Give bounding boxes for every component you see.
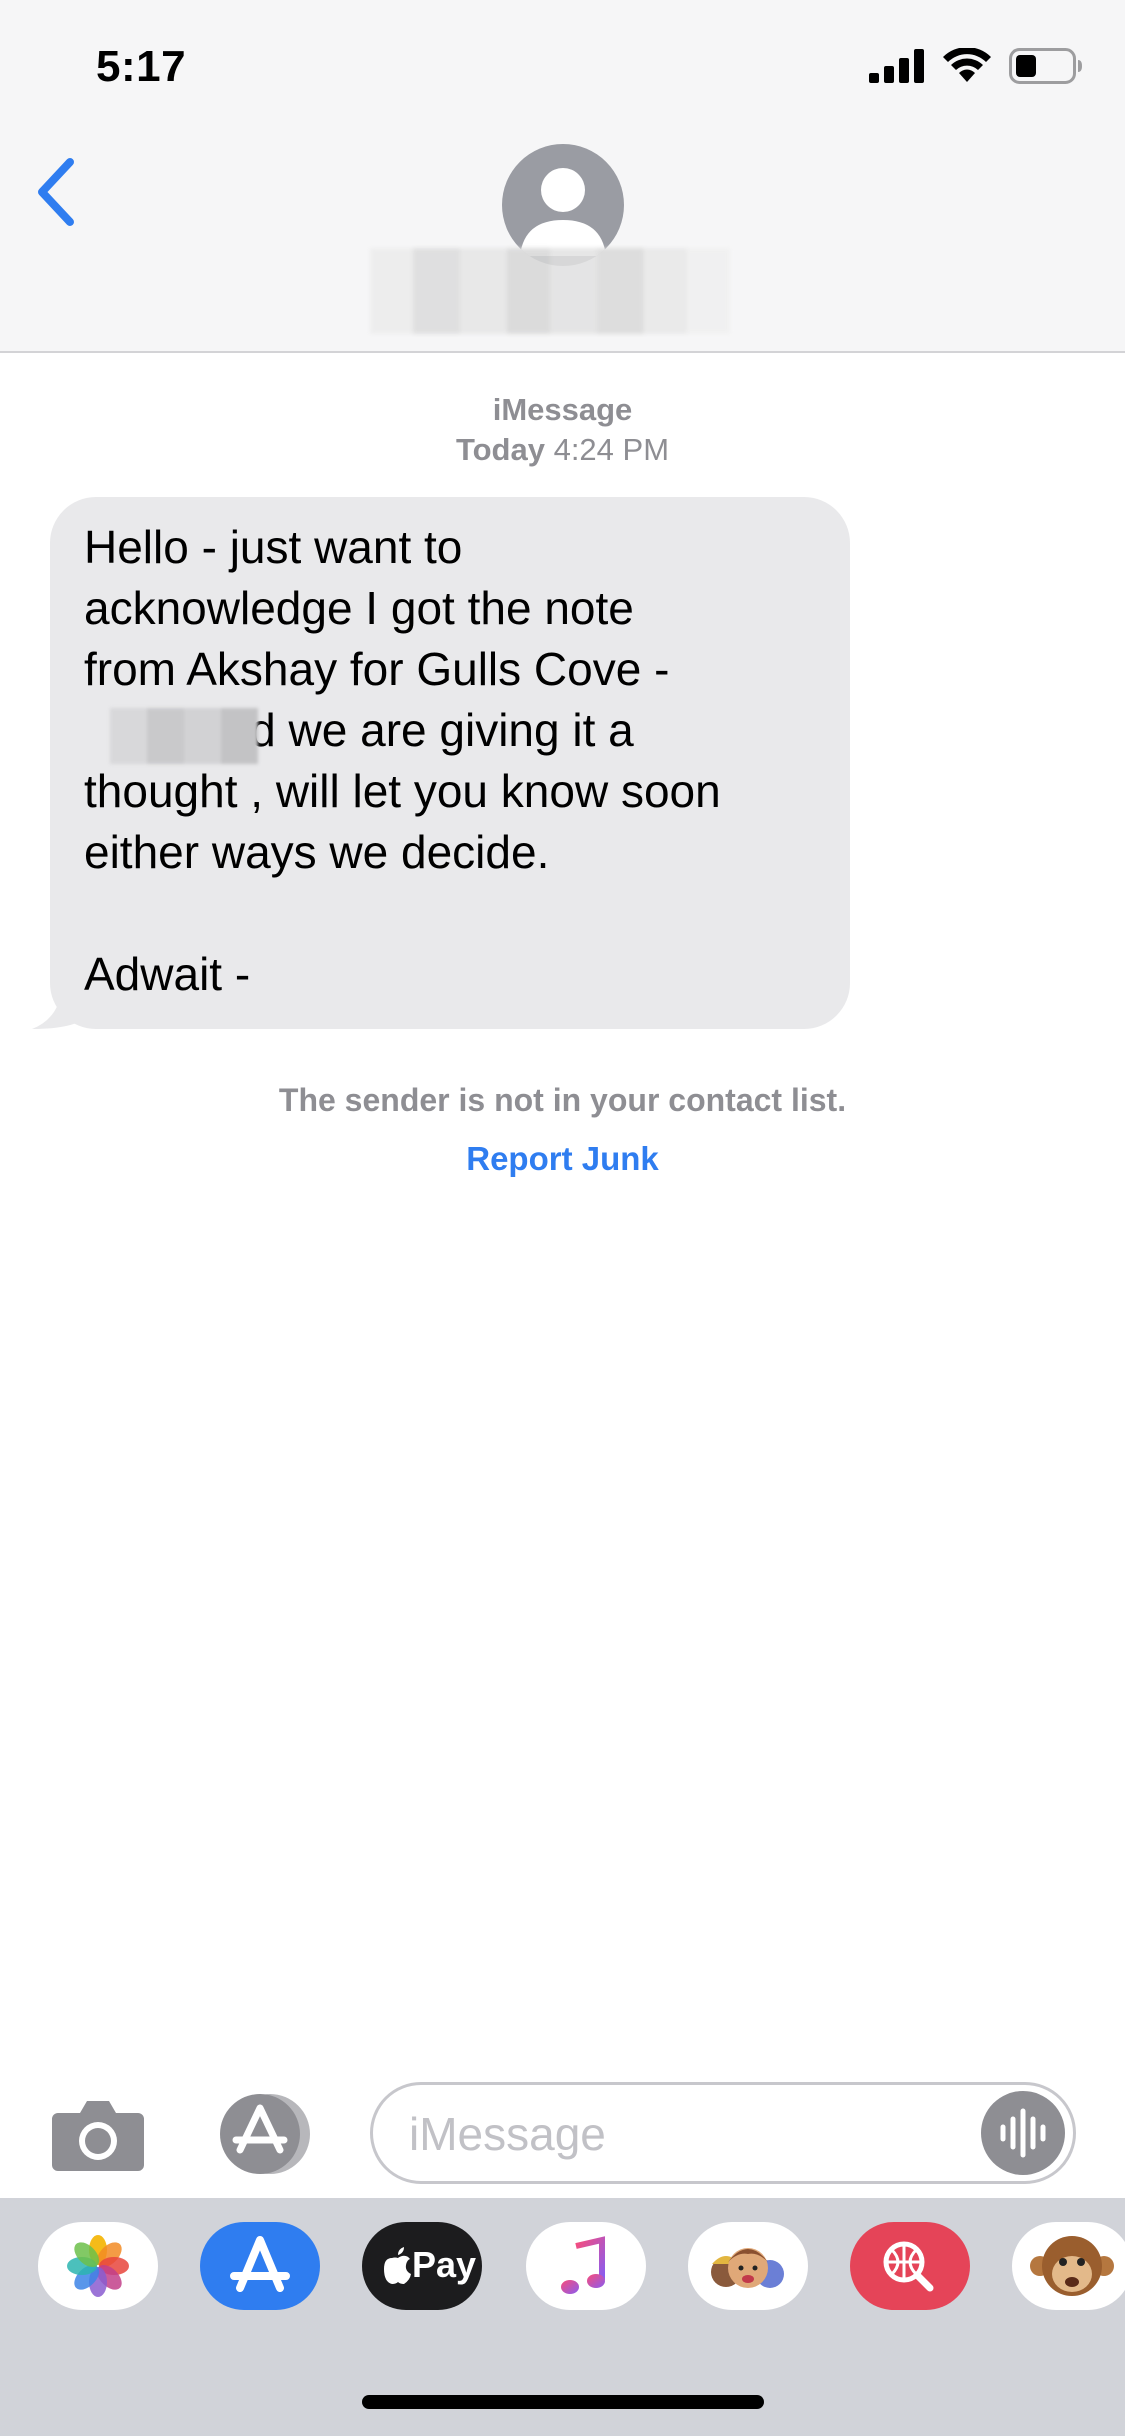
app-store-icon[interactable]	[200, 2222, 320, 2310]
service-label: iMessage	[492, 392, 633, 427]
status-time: 5:17	[96, 42, 187, 91]
report-junk-link[interactable]: Report Junk	[0, 1140, 1125, 1178]
message-input[interactable]: iMessage	[370, 2082, 1076, 2184]
timestamp-label: Today 4:24 PM	[0, 432, 1125, 468]
photos-flower-icon	[67, 2235, 129, 2297]
camera-icon[interactable]	[50, 2097, 146, 2173]
back-chevron-icon[interactable]	[30, 152, 90, 232]
audio-message-button[interactable]	[981, 2091, 1065, 2175]
time-label: 4:24 PM	[553, 432, 670, 467]
web-images-search-icon[interactable]	[850, 2222, 970, 2310]
photos-app-icon[interactable]	[38, 2222, 158, 2310]
contact-name-redacted[interactable]	[370, 248, 730, 334]
received-message[interactable]: Hello - just want to acknowledge I got t…	[32, 497, 850, 1029]
animoji-monkey-icon[interactable]	[1012, 2222, 1125, 2310]
app-store-glyph	[230, 2236, 290, 2292]
memoji-faces-icon	[711, 2248, 784, 2288]
home-indicator[interactable]	[362, 2395, 764, 2409]
sender-notice: The sender is not in your contact list.	[278, 1082, 847, 1118]
status-icons	[869, 48, 1083, 84]
wifi-icon	[943, 48, 991, 82]
app-store-button-icon[interactable]	[208, 2092, 320, 2176]
music-note-icon	[561, 2236, 605, 2294]
cellular-signal-icon	[869, 49, 924, 83]
apple-pay-icon[interactable]: Pay	[362, 2222, 482, 2310]
globe-search-icon	[883, 2241, 934, 2292]
music-app-icon[interactable]	[526, 2222, 646, 2310]
memoji-stickers-icon[interactable]	[688, 2222, 808, 2310]
waveform-icon	[1000, 2108, 1046, 2158]
monkey-face-icon	[1030, 2236, 1114, 2296]
redacted-text	[110, 708, 258, 764]
message-input-placeholder: iMessage	[409, 2108, 606, 2160]
battery-icon	[1009, 48, 1082, 84]
date-label: Today	[455, 432, 545, 467]
apple-pay-label: Pay	[412, 2244, 477, 2285]
navigation-header: 5:17	[0, 0, 1125, 353]
